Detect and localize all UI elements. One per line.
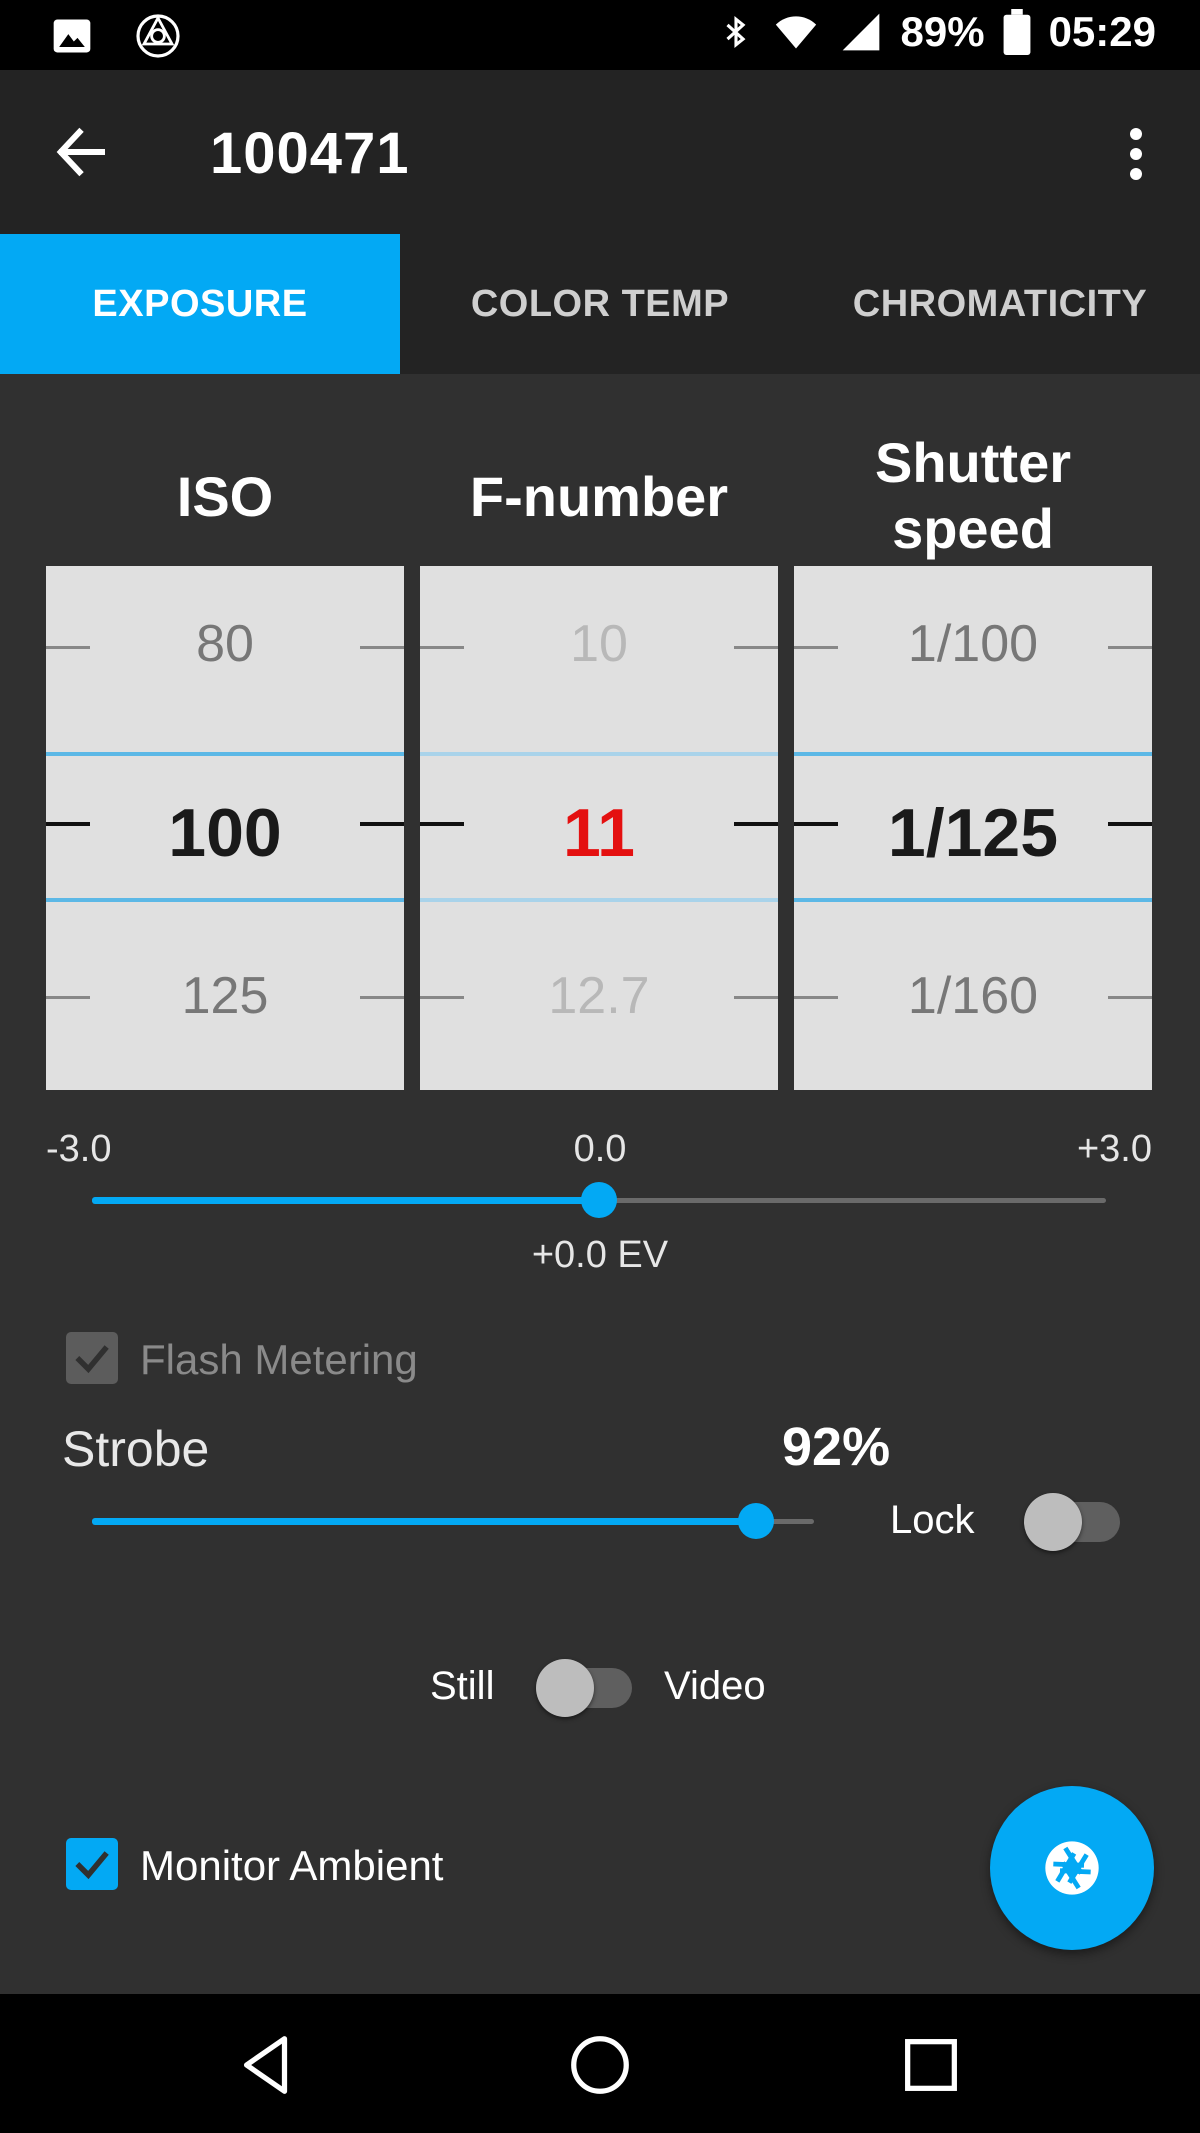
shutter-next-value[interactable]: 1/160 [794,966,1152,1026]
selection-line [46,752,404,756]
battery-percent: 89% [900,8,985,55]
selection-line [794,752,1152,756]
signal-icon [842,13,879,51]
shutter-picker[interactable]: 1/100 1/125 1/160 [794,566,1152,1090]
nav-recents-icon[interactable] [896,2030,966,2100]
selection-line [420,752,778,756]
app-logo-icon [136,14,180,58]
ev-max-label: +3.0 [1076,1128,1152,1170]
shutter-current-value: 1/125 [887,795,1059,871]
arrow-back-icon[interactable] [52,122,112,182]
fnumber-current-value: 11 [563,795,635,871]
strobe-percent: 92% [782,1417,891,1477]
strobe-slider-thumb[interactable] [738,1503,775,1539]
lock-switch-thumb[interactable] [1024,1493,1082,1551]
app-bar: 100471 [0,70,1200,234]
monitor-ambient-checkbox[interactable] [66,1838,118,1890]
tab-color-temp[interactable]: COLOR TEMP [400,234,800,374]
ev-min-label: -3.0 [46,1128,112,1170]
strobe-slider-fill [92,1518,757,1525]
iso-title: ISO [176,465,274,528]
shutter-aperture-icon [1045,1841,1099,1895]
fnumber-title: F-number [469,465,729,528]
flash-metering-checkbox[interactable] [66,1332,118,1384]
check-icon [75,1851,109,1880]
selection-line [794,898,1152,902]
iso-current-value: 100 [168,795,282,871]
wifi-icon [775,16,816,49]
fnumber-prev-value[interactable]: 10 [420,614,778,674]
shutter-title-line2: speed [892,497,1054,560]
selection-line [46,898,404,902]
clock: 05:29 [1048,8,1156,55]
bluetooth-icon [725,16,745,48]
nav-home-icon[interactable] [565,2030,635,2100]
more-vert-icon[interactable] [1116,124,1156,184]
iso-picker[interactable]: 80 100 125 [46,566,404,1090]
tab-chromaticity[interactable]: CHROMATICITY [800,234,1200,374]
image-icon [53,19,91,53]
video-label: Video [664,1664,766,1708]
shutter-title-line1: Shutter [875,431,1071,494]
capture-fab-button[interactable] [990,1786,1154,1950]
selection-line [420,898,778,902]
flash-metering-label: Flash Metering [140,1336,418,1383]
strobe-label: Strobe [62,1421,210,1477]
tab-bar: EXPOSURE COLOR TEMP CHROMATICITY [0,234,1200,374]
nav-back-icon[interactable] [232,2030,302,2100]
ev-slider-fill [92,1197,599,1204]
fnumber-next-value[interactable]: 12.7 [420,966,778,1026]
shutter-prev-value[interactable]: 1/100 [794,614,1152,674]
lock-label: Lock [890,1498,975,1542]
fnumber-picker[interactable]: 10 11 12.7 [420,566,778,1090]
iso-prev-value[interactable]: 80 [46,614,404,674]
ev-value-label: +0.0 EV [531,1234,669,1276]
battery-icon [1003,9,1030,55]
still-label: Still [430,1664,495,1708]
check-icon [75,1345,109,1374]
ev-slider-thumb[interactable] [581,1182,617,1218]
exposure-panel: ISO F-number Shutter speed 80 100 125 10… [0,374,1200,1994]
page-title: 100471 [210,121,410,186]
monitor-ambient-label: Monitor Ambient [140,1842,444,1889]
tab-exposure[interactable]: EXPOSURE [0,234,400,374]
ev-mid-label: 0.0 [573,1128,627,1170]
system-nav-bar [0,1994,1200,2133]
shutter-title: Shutter speed [794,430,1152,562]
still-video-switch-thumb[interactable] [536,1659,594,1717]
iso-next-value[interactable]: 125 [46,966,404,1026]
status-bar: 89% 05:29 [0,0,1200,70]
